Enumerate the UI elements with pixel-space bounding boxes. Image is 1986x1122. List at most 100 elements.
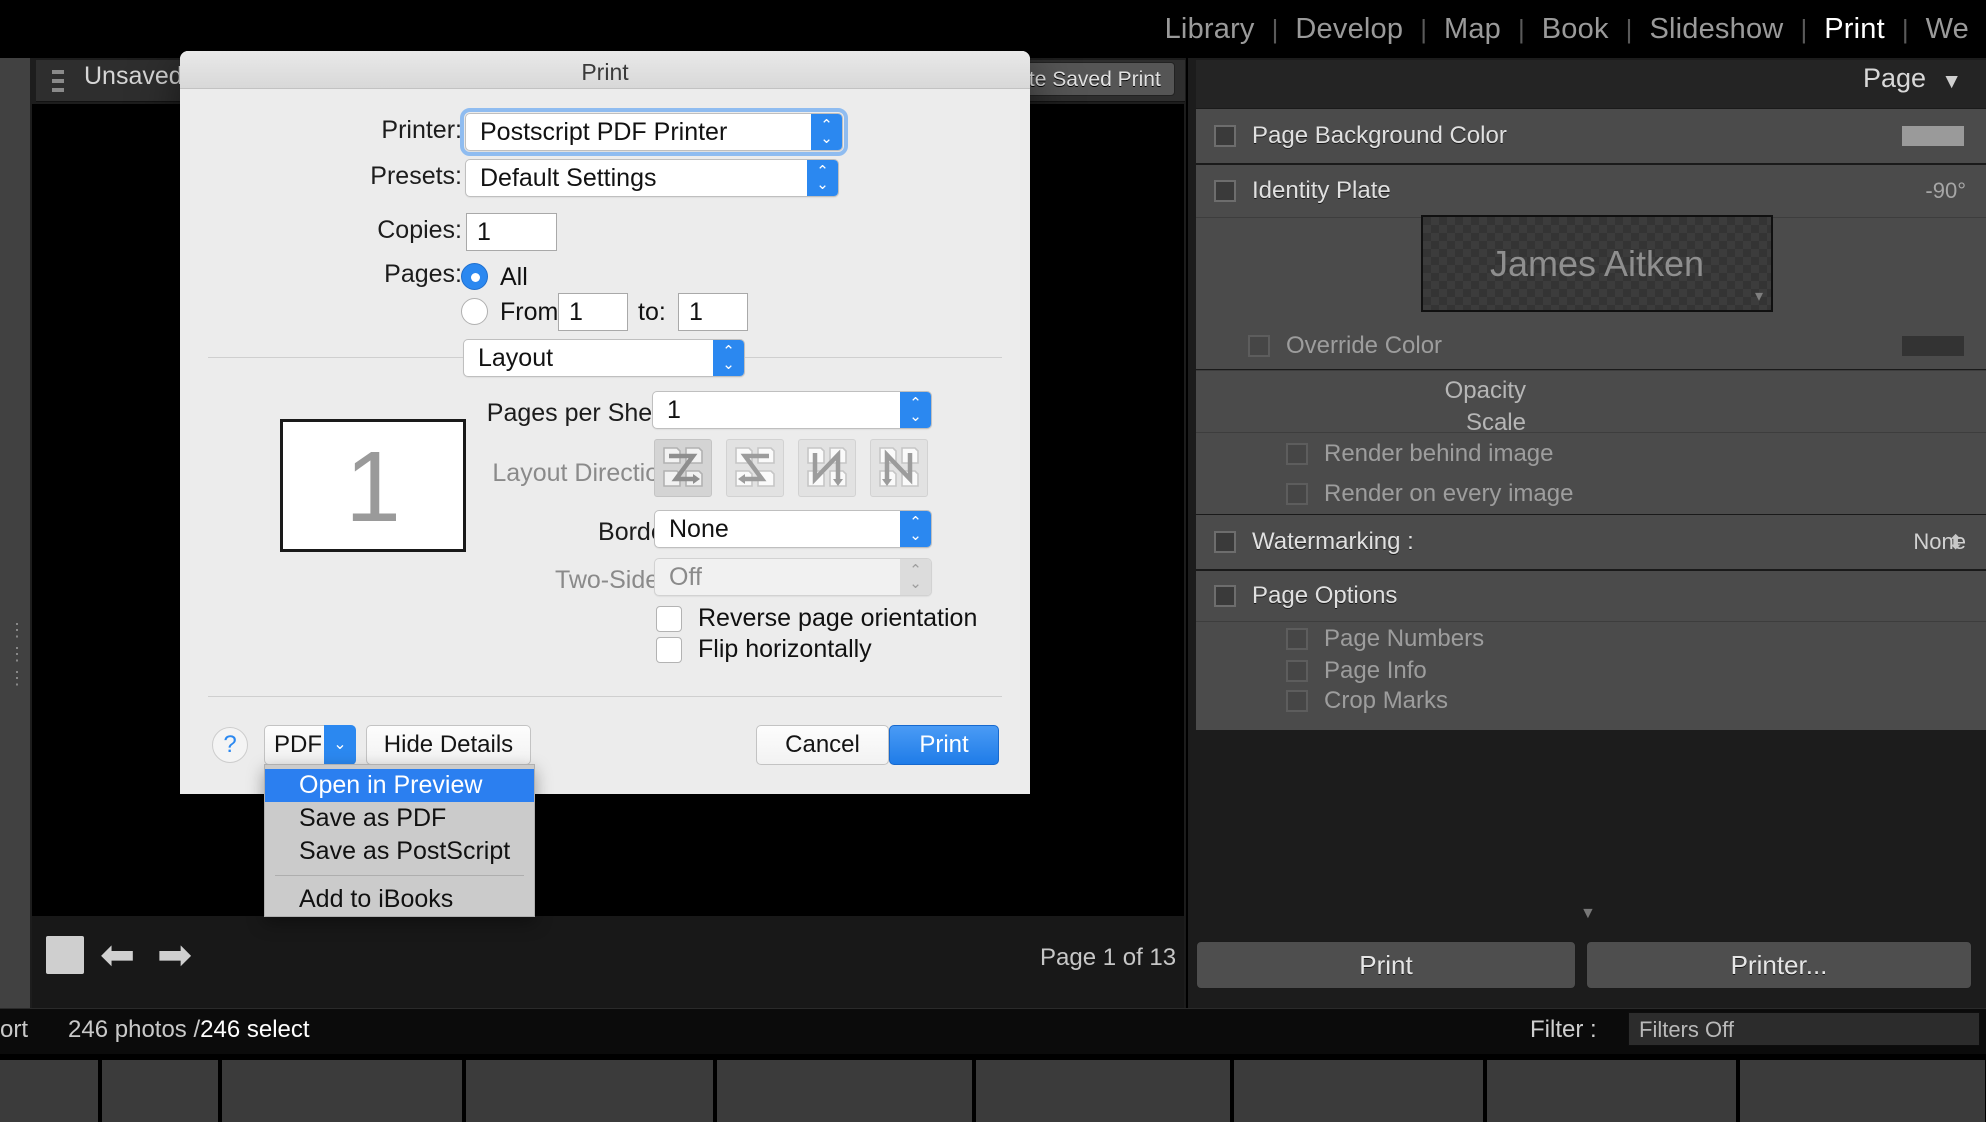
next-page-arrow-icon[interactable]: ➡	[157, 938, 192, 972]
thumbnail[interactable]	[102, 1060, 219, 1122]
border-label: Border:	[420, 515, 680, 549]
two-sided-stepper-icon: ⌃⌄	[900, 559, 931, 595]
presets-stepper-icon[interactable]: ⌃⌄	[807, 160, 838, 196]
watermarking-row[interactable]: Watermarking : None ⬍	[1196, 514, 1986, 570]
border-select[interactable]: None ⌃⌄	[654, 510, 932, 548]
identity-plate-preview-text: James Aitken	[1423, 243, 1771, 285]
identity-plate-checkbox[interactable]	[1214, 180, 1236, 202]
flip-horizontally-checkbox[interactable]	[656, 637, 682, 663]
pdf-dropdown-menu: Open in Preview Save as PDF Save as Post…	[264, 764, 535, 917]
module-book[interactable]: Book	[1525, 13, 1626, 46]
module-web[interactable]: We	[1909, 13, 1986, 46]
menu-item-save-as-pdf[interactable]: Save as PDF	[265, 802, 534, 835]
identity-plate-row[interactable]: Identity Plate -90°	[1196, 164, 1986, 218]
reverse-page-orientation-checkbox[interactable]	[656, 606, 682, 632]
cancel-button[interactable]: Cancel	[756, 725, 889, 765]
photo-count: 246 photos /	[68, 1016, 200, 1043]
module-print[interactable]: Print	[1807, 13, 1902, 46]
filter-dropdown[interactable]: Filters Off	[1628, 1012, 1980, 1046]
identity-plate-preview[interactable]: James Aitken ▾	[1421, 215, 1773, 312]
printer-settings-button[interactable]: Printer...	[1586, 941, 1972, 989]
page-options-checkbox[interactable]	[1214, 585, 1236, 607]
pages-per-sheet-stepper-icon[interactable]: ⌃⌄	[900, 392, 931, 428]
screen-root: ⋮⋮⋮ Unsaved ate Saved Print ⬅ ➡ Page 1 o…	[0, 0, 1986, 1122]
chevron-down-icon[interactable]: ⌄	[324, 725, 356, 765]
layout-direction-z-right-down-button[interactable]	[654, 439, 712, 497]
thumbnail[interactable]	[466, 1060, 715, 1122]
identity-plate-angle[interactable]: -90°	[1925, 178, 1966, 204]
page-options-label: Page Options	[1252, 582, 1397, 610]
watermarking-checkbox[interactable]	[1214, 531, 1236, 553]
menu-item-save-as-postscript[interactable]: Save as PostScript	[265, 835, 534, 868]
menu-item-open-in-preview[interactable]: Open in Preview	[265, 769, 534, 802]
thumbnail[interactable]	[0, 1060, 99, 1122]
pages-to-input[interactable]: 1	[678, 293, 748, 331]
identity-plate-label: Identity Plate	[1252, 177, 1391, 205]
page-background-color-swatch[interactable]	[1902, 126, 1964, 146]
page-info-checkbox[interactable]	[1286, 660, 1308, 682]
layout-direction-n-down-left-button[interactable]	[870, 439, 928, 497]
module-slideshow[interactable]: Slideshow	[1632, 13, 1800, 46]
thumbnail[interactable]	[717, 1060, 973, 1122]
page-background-color-row[interactable]: Page Background Color	[1196, 108, 1986, 164]
override-color-label: Override Color	[1286, 332, 1442, 360]
pages-per-sheet-select[interactable]: 1 ⌃⌄	[652, 391, 932, 429]
page-background-color-checkbox[interactable]	[1214, 125, 1236, 147]
crop-marks-checkbox[interactable]	[1286, 690, 1308, 712]
module-develop[interactable]: Develop	[1278, 13, 1420, 46]
pages-label: Pages:	[270, 257, 462, 291]
thumbnail[interactable]	[1234, 1060, 1484, 1122]
page-numbers-checkbox[interactable]	[1286, 628, 1308, 650]
pages-all-radio[interactable]	[461, 263, 488, 290]
pdf-button[interactable]: PDF ⌄	[264, 725, 356, 765]
page-options-row[interactable]: Page Options	[1196, 570, 1986, 622]
layout-direction-n-down-right-button[interactable]	[798, 439, 856, 497]
override-color-row[interactable]: Override Color	[1196, 322, 1986, 370]
chevron-down-icon[interactable]: ▼	[1941, 70, 1962, 94]
drag-grip-icon[interactable]	[52, 70, 64, 92]
right-panel-button-bar: Print Printer...	[1186, 925, 1986, 1005]
z-right-down-icon	[660, 445, 706, 491]
thumbnail[interactable]	[222, 1060, 463, 1122]
module-library[interactable]: Library	[1148, 13, 1272, 46]
filmstrip-thumbnails[interactable]	[0, 1060, 1986, 1122]
override-color-swatch[interactable]	[1902, 336, 1964, 356]
module-map[interactable]: Map	[1427, 13, 1518, 46]
menu-divider	[275, 875, 524, 876]
module-separator: |	[1420, 14, 1427, 45]
layout-direction-z-left-down-button[interactable]	[726, 439, 784, 497]
print-button[interactable]: Print	[889, 725, 999, 765]
dialog-title: Print	[180, 59, 1030, 86]
reverse-page-orientation-label: Reverse page orientation	[698, 604, 977, 633]
watermarking-stepper-icon[interactable]: ⬍	[1947, 530, 1964, 555]
printer-stepper-icon[interactable]: ⌃⌄	[811, 114, 842, 150]
module-bar: Library | Develop | Map | Book | Slidesh…	[0, 0, 1986, 58]
stop-square-icon[interactable]	[46, 936, 84, 974]
previous-page-arrow-icon[interactable]: ⬅	[100, 938, 135, 972]
pane-select[interactable]: Layout ⌃⌄	[463, 339, 745, 377]
panel-scroll-caret-icon[interactable]: ▼	[1580, 905, 1596, 923]
render-behind-image-checkbox[interactable]	[1286, 443, 1308, 465]
pane-stepper-icon[interactable]: ⌃⌄	[713, 340, 744, 376]
pdf-button-label: PDF	[274, 731, 322, 758]
menu-item-add-to-ibooks[interactable]: Add to iBooks	[265, 883, 534, 916]
export-label[interactable]: ort	[0, 1016, 28, 1043]
help-button[interactable]: ?	[212, 727, 248, 763]
presets-select[interactable]: Default Settings ⌃⌄	[465, 159, 839, 197]
thumbnail[interactable]	[976, 1060, 1232, 1122]
thumbnail[interactable]	[1740, 1060, 1986, 1122]
override-color-checkbox[interactable]	[1248, 335, 1270, 357]
pages-range-radio[interactable]	[461, 298, 488, 325]
hide-details-button[interactable]: Hide Details	[366, 725, 531, 765]
thumbnail[interactable]	[1487, 1060, 1738, 1122]
n-down-left-icon	[876, 445, 922, 491]
border-stepper-icon[interactable]: ⌃⌄	[900, 511, 931, 547]
render-on-every-image-checkbox[interactable]	[1286, 483, 1308, 505]
printer-select[interactable]: Postscript PDF Printer ⌃⌄	[465, 113, 843, 151]
pages-from-input[interactable]: 1	[558, 293, 628, 331]
page-info-label: Page Info	[1324, 657, 1427, 685]
identity-plate-menu-caret-icon[interactable]: ▾	[1755, 286, 1763, 306]
copies-input[interactable]: 1	[466, 213, 557, 251]
print-button-panel[interactable]: Print	[1196, 941, 1576, 989]
z-left-down-icon	[732, 445, 778, 491]
